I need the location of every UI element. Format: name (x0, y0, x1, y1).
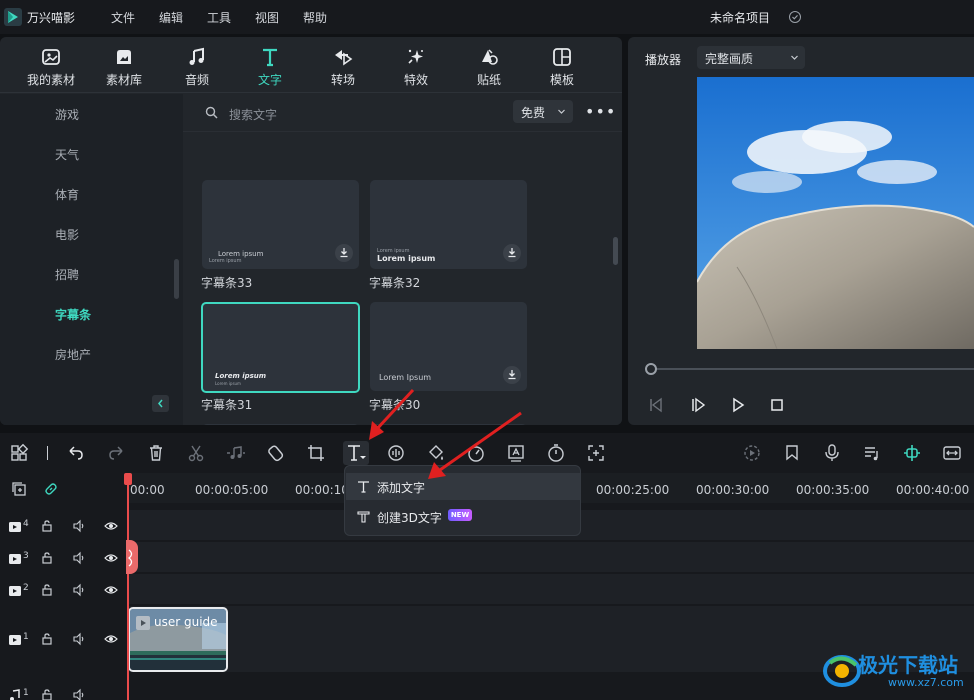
site-watermark: 极光下载站 www.xz7.com (822, 645, 974, 700)
watermark-logo-icon (823, 655, 861, 687)
app-window: 万兴喵影 文件 编辑 工具 视图 帮助 未命名项目 我的素材 素材库 音频 文字… (0, 0, 974, 700)
annotation-arrows (369, 388, 522, 479)
